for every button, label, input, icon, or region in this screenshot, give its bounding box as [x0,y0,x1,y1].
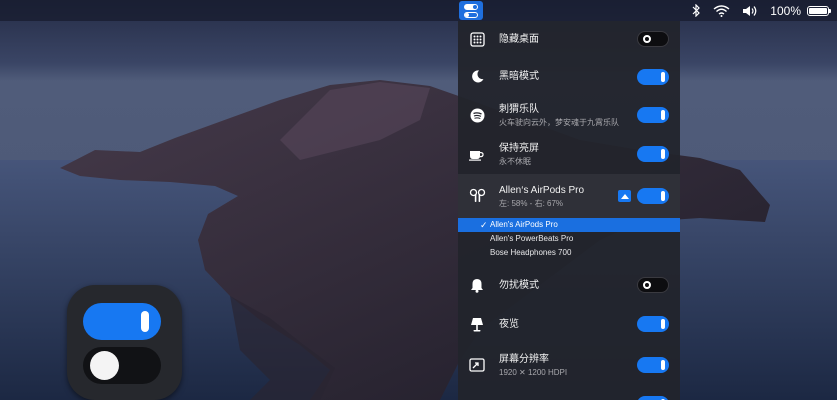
bell-icon [468,276,486,294]
menu-item-title: 夜览 [499,318,519,330]
menu-item-dark-mode[interactable]: 黑暗模式 [458,57,680,96]
keep-awake-toggle[interactable] [637,146,669,162]
spotify-icon [468,106,486,124]
device-option[interactable]: Allen's PowerBeats Pro [458,232,680,246]
menu-item-subtitle: 永不休眠 [499,156,531,166]
menu-item-resolution[interactable]: 屏幕分辨率 1920 ✕ 1200 HDPI [458,344,680,386]
lamp-icon [468,315,486,333]
menu-item-now-playing[interactable]: 刺猬乐队 火车驶向云外，梦安魂于九霄乐队 [458,96,680,134]
hide-desktop-toggle[interactable] [637,31,669,47]
do-not-disturb-toggle[interactable] [637,277,669,293]
battery-percent: 100% [770,3,801,18]
grid-icon [468,30,486,48]
device-option[interactable]: ✓ Allen's AirPods Pro [458,218,680,232]
menu-item-airpods[interactable]: Allen‘s AirPods Pro 左: 58% - 右: 67% [458,174,680,218]
menu-item-title: 刺猬乐队 [499,103,539,115]
airpods-icon [468,187,486,205]
menu-item-title: 保持亮屏 [499,142,539,154]
moon-icon [468,68,486,86]
device-list: ✓ Allen's AirPods Pro Allen's PowerBeats… [458,218,680,260]
menu-item-subtitle: 左: 58% - 右: 67% [499,198,564,208]
device-name: Bose Headphones 700 [490,248,572,257]
menu-item-title: Allen‘s AirPods Pro [499,184,585,196]
airpods-toggle[interactable] [637,188,669,204]
device-name: Allen's AirPods Pro [490,220,558,229]
volume-icon[interactable] [742,0,758,21]
dark-mode-toggle[interactable] [637,68,669,85]
display-resize-icon [468,356,486,374]
menu-item-subtitle: 1920 ✕ 1200 HDPI [499,367,568,377]
menu-item-title: 勿扰模式 [499,279,539,291]
partial-row-toggle[interactable] [637,396,669,400]
night-shift-toggle[interactable] [637,316,669,332]
app-icon-toggle-on [83,303,161,340]
collapse-chevron-icon[interactable] [618,190,631,202]
menu-item-title: 黑暗模式 [499,71,539,82]
toggle-app-icon [67,285,182,400]
app-icon-toggle-off [83,347,161,384]
device-name: Allen's PowerBeats Pro [490,234,574,243]
menu-item-subtitle: 火车驶向云外，梦安魂于九霄乐队 [499,117,619,127]
bluetooth-icon[interactable] [691,0,701,21]
menu-item-keep-awake[interactable]: 保持亮屏 永不休眠 [458,134,680,174]
battery-full-icon[interactable] [807,0,831,21]
menu-item-title: 隐藏桌面 [499,33,539,45]
menu-item-partial[interactable] [458,386,680,400]
partial-row-icon [468,387,486,400]
checkmark-icon: ✓ [480,220,488,230]
resolution-toggle[interactable] [637,357,669,373]
now-playing-toggle[interactable] [637,107,669,123]
coffee-cup-icon [468,145,486,163]
menu-item-title: 屏幕分辨率 [499,353,549,365]
wifi-icon[interactable] [713,0,730,21]
menu-item-hide-desktop[interactable]: 隐藏桌面 [458,21,680,57]
toggles-menu-panel: 隐藏桌面 黑暗模式 刺猬乐队 火车驶向云外，梦安魂于九霄乐队 保持亮屏 永不休眠 [458,21,680,400]
menu-item-do-not-disturb[interactable]: 勿扰模式 [458,266,680,304]
device-option[interactable]: Bose Headphones 700 [458,246,680,260]
toggle-switches-icon[interactable] [459,1,483,20]
menubar: 100% [0,0,837,21]
menu-item-night-shift[interactable]: 夜览 [458,304,680,344]
